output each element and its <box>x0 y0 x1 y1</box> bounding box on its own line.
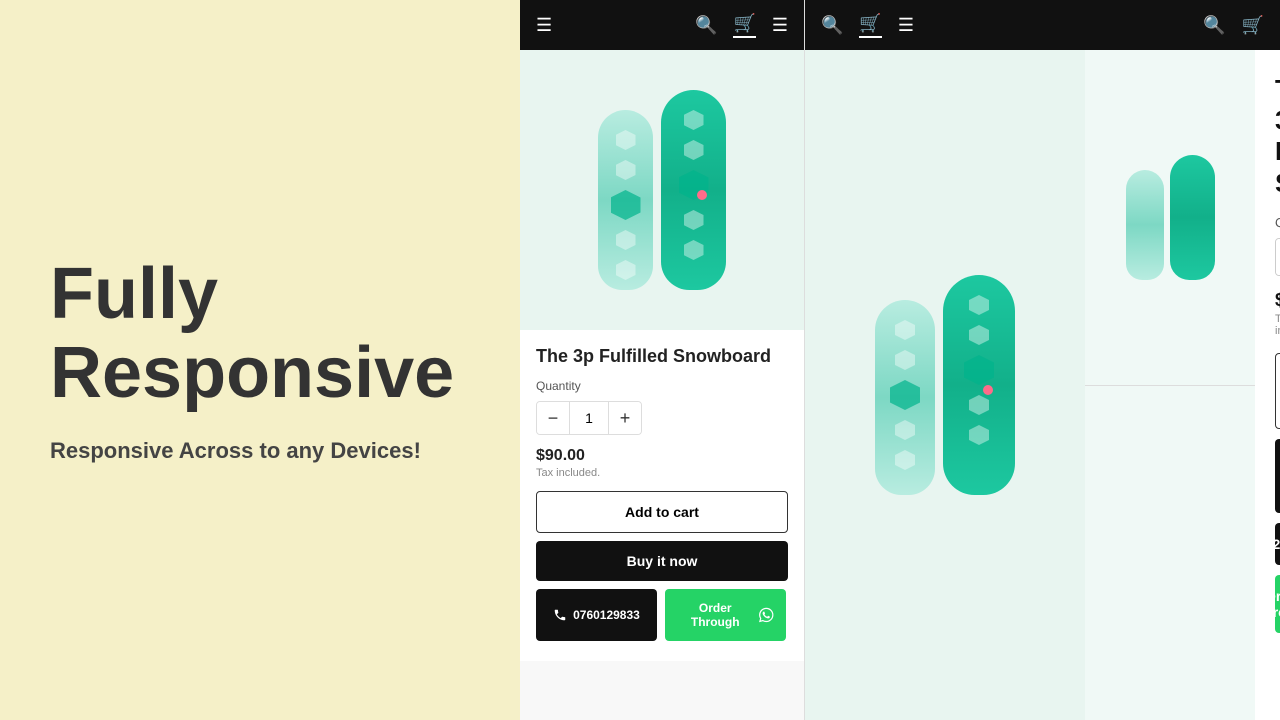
desktop-phone-button[interactable]: 012345678 <box>1275 523 1280 565</box>
desktop-snowboard-dark <box>943 275 1015 495</box>
cart-icon[interactable]: 🛒 <box>733 13 755 38</box>
desktop-cart-icon-right[interactable]: 🛒 <box>1242 15 1264 36</box>
hex-dot-5 <box>684 110 704 130</box>
desktop-search-icon[interactable]: 🔍 <box>821 15 843 36</box>
desktop-quantity-decrease-button[interactable]: − <box>1276 239 1280 275</box>
desktop-snowboard-dark-dots <box>964 295 994 445</box>
mobile-quantity-control: − 1 + <box>536 401 642 435</box>
hex-dot-1 <box>616 130 636 150</box>
mobile-add-to-cart-button[interactable]: Add to cart <box>536 491 788 533</box>
hex-d2 <box>895 350 915 370</box>
mobile-phone-button[interactable]: 0760129833 <box>536 589 657 641</box>
desktop-cart-icon[interactable]: 🛒 <box>859 13 881 38</box>
desktop-content: The 3p Fulfilled Snowboard Quantity − 1 … <box>805 50 1280 720</box>
hex-dot-8 <box>684 240 704 260</box>
desktop-star-decoration <box>983 385 993 395</box>
desktop-thumb-top <box>1085 50 1255 386</box>
desktop-related-section: Related products <box>1275 633 1280 720</box>
desktop-product-details: The 3p Fulfilled Snowboard Quantity − 1 … <box>1255 50 1280 720</box>
desktop-device: 🔍 🛒 ☰ 🔍 🛒 <box>805 0 1280 720</box>
mobile-product-page: The 3p Fulfilled Snowboard Quantity − 1 … <box>520 50 804 720</box>
snowboard-light <box>598 110 653 290</box>
desktop-quantity-control: − 1 + <box>1275 238 1280 276</box>
snowboard-dark <box>661 90 726 290</box>
search-icon[interactable]: 🔍 <box>695 15 717 36</box>
quantity-value: 1 <box>569 402 609 434</box>
mobile-price: $90.00 <box>536 447 788 465</box>
star-decoration <box>697 190 707 200</box>
mobile-whatsapp-button[interactable]: Order Through <box>665 589 786 641</box>
desktop-menu-icon[interactable]: ☰ <box>898 15 914 36</box>
desktop-thumb-bottom <box>1085 386 1255 720</box>
desktop-snowboard-light <box>875 300 935 495</box>
hex-dot-4 <box>616 260 636 280</box>
mobile-device: ☰ 🔍 🛒 ☰ <box>520 0 805 720</box>
desktop-buy-now-button[interactable]: Buy it now <box>1275 439 1280 513</box>
hero-heading: Fully Responsive <box>50 255 470 413</box>
desktop-navbar: 🔍 🛒 ☰ 🔍 🛒 <box>805 0 1280 50</box>
hex-d7 <box>969 395 989 415</box>
hex-d1 <box>895 320 915 340</box>
desktop-snowboard-group <box>875 275 1015 495</box>
mobile-product-info: The 3p Fulfilled Snowboard Quantity − 1 … <box>520 330 804 661</box>
mobile-bottom-buttons: 0760129833 Order Through <box>536 589 788 641</box>
desktop-thumbnail-panel <box>1085 50 1255 720</box>
hex-d4 <box>895 450 915 470</box>
right-panel: ☰ 🔍 🛒 ☰ <box>520 0 1280 720</box>
quantity-increase-button[interactable]: + <box>609 402 641 434</box>
hex-dot-6 <box>684 140 704 160</box>
hex-d3 <box>895 420 915 440</box>
desktop-snowboard-dots <box>890 320 920 470</box>
hex-dot-large <box>611 190 641 220</box>
quantity-decrease-button[interactable]: − <box>537 402 569 434</box>
hex-dot-2 <box>616 160 636 180</box>
hex-dot-3 <box>616 230 636 250</box>
snowboard-dark-dots <box>679 110 709 260</box>
snowboard-image-group <box>598 90 726 290</box>
desktop-thumb-top-group <box>1126 155 1215 280</box>
desktop-left-area <box>805 50 1255 720</box>
desktop-nav-right: 🔍 🛒 <box>1203 15 1264 36</box>
desktop-nav-left: 🔍 🛒 ☰ <box>821 13 914 38</box>
thumb-snowboard-dark <box>1170 155 1215 280</box>
hex-d5 <box>969 295 989 315</box>
mobile-tax-info: Tax included. <box>536 467 788 479</box>
hex-d-large <box>890 380 920 410</box>
desktop-whatsapp-button[interactable]: Order Through <box>1275 575 1280 633</box>
desktop-search-icon-right[interactable]: 🔍 <box>1203 15 1225 36</box>
menu-icon[interactable]: ☰ <box>772 15 788 36</box>
hex-dot-7 <box>684 210 704 230</box>
hex-d8 <box>969 425 989 445</box>
mobile-nav-right-icons: 🔍 🛒 ☰ <box>695 13 788 38</box>
mobile-product-image <box>520 50 804 330</box>
thumb-snowboard-light <box>1126 170 1164 280</box>
mobile-quantity-label: Quantity <box>536 379 788 393</box>
desktop-add-to-cart-button[interactable]: Add to cart <box>1275 353 1280 429</box>
desktop-main-image <box>805 50 1085 720</box>
left-panel: Fully Responsive Responsive Across to an… <box>0 0 520 720</box>
hex-d6 <box>969 325 989 345</box>
hero-subtext: Responsive Across to any Devices! <box>50 437 470 466</box>
mobile-buy-now-button[interactable]: Buy it now <box>536 541 788 581</box>
mobile-product-title: The 3p Fulfilled Snowboard <box>536 346 788 367</box>
mobile-navbar: ☰ 🔍 🛒 ☰ <box>520 0 804 50</box>
snowboard-dots <box>611 130 641 280</box>
hamburger-icon[interactable]: ☰ <box>536 15 552 36</box>
phone-icon <box>553 608 567 622</box>
whatsapp-icon <box>759 607 773 623</box>
hex-d-large2 <box>964 355 994 385</box>
